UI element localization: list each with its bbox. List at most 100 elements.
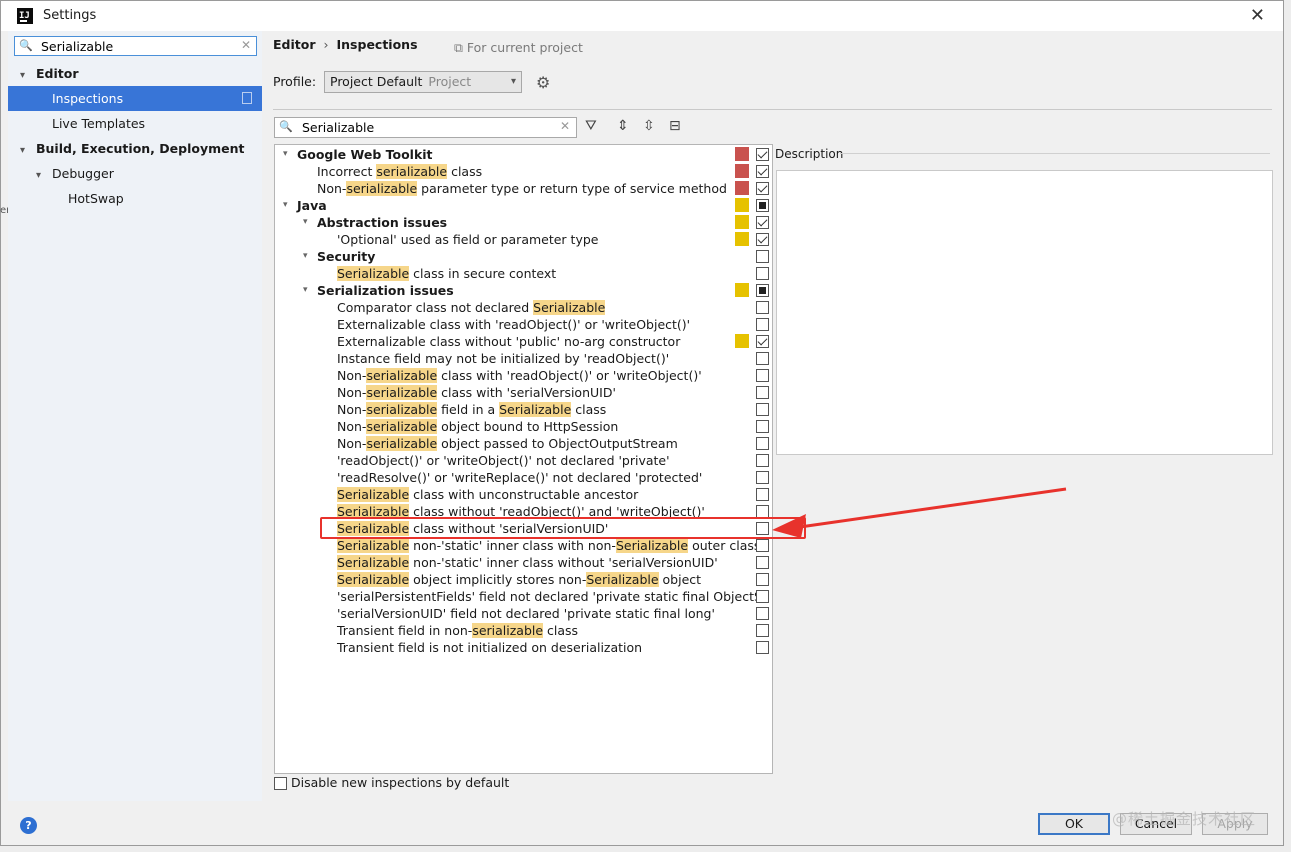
sidebar-item[interactable]: Live Templates	[8, 111, 262, 136]
label-text: class with unconstructable ancestor	[409, 487, 639, 502]
label-text: Non-	[337, 385, 367, 400]
inspection-item[interactable]: Comparator class not declared Serializab…	[275, 299, 772, 316]
inspection-filter-input[interactable]	[302, 120, 542, 135]
inspection-checkbox[interactable]	[756, 216, 769, 229]
chevron-down-icon[interactable]: ▾	[20, 63, 32, 88]
inspection-checkbox[interactable]	[756, 250, 769, 263]
inspection-checkbox[interactable]	[756, 590, 769, 603]
sidebar-item[interactable]: ▾ Debugger	[8, 161, 262, 186]
inspection-checkbox[interactable]	[756, 539, 769, 552]
sidebar-item[interactable]: ▾ Editor	[8, 61, 262, 86]
inspection-checkbox[interactable]	[756, 420, 769, 433]
inspection-group[interactable]: ▾ Serialization issues	[275, 282, 772, 299]
inspection-checkbox[interactable]	[756, 284, 769, 297]
inspection-item[interactable]: 'serialPersistentFields' field not decla…	[275, 588, 772, 605]
inspection-item[interactable]: Serializable class in secure context	[275, 265, 772, 282]
help-icon[interactable]: ?	[20, 817, 37, 834]
inspection-item[interactable]: 'Optional' used as field or parameter ty…	[275, 231, 772, 248]
inspection-checkbox[interactable]	[756, 607, 769, 620]
inspection-checkbox[interactable]	[756, 624, 769, 637]
reset-icon[interactable]: ⊟	[669, 118, 681, 134]
breadcrumb-editor[interactable]: Editor	[273, 37, 316, 52]
inspection-item[interactable]: Serializable object implicitly stores no…	[275, 571, 772, 588]
inspection-checkbox[interactable]	[756, 165, 769, 178]
sidebar-item[interactable]: ▾ Build, Execution, Deployment	[8, 136, 262, 161]
inspection-checkbox[interactable]	[756, 199, 769, 212]
inspection-checkbox[interactable]	[756, 386, 769, 399]
inspection-item[interactable]: 'readObject()' or 'writeObject()' not de…	[275, 452, 772, 469]
inspection-item[interactable]: Non-serializable field in a Serializable…	[275, 401, 772, 418]
disable-new-inspections-checkbox[interactable]	[274, 777, 287, 790]
inspection-checkbox[interactable]	[756, 318, 769, 331]
inspection-checkbox[interactable]	[756, 641, 769, 654]
chevron-down-icon[interactable]: ▾	[36, 163, 48, 188]
sidebar-item[interactable]: Inspections	[8, 86, 262, 111]
inspection-checkbox[interactable]	[756, 369, 769, 382]
inspection-item[interactable]: Externalizable class without 'public' no…	[275, 333, 772, 350]
inspection-item[interactable]: Non-serializable class with 'readObject(…	[275, 367, 772, 384]
settings-search-input[interactable]	[41, 38, 231, 54]
inspection-item[interactable]: Non-serializable object bound to HttpSes…	[275, 418, 772, 435]
search-match: Serializable	[337, 538, 410, 553]
search-match: Serializable	[337, 572, 410, 587]
inspection-item[interactable]: 'serialVersionUID' field not declared 'p…	[275, 605, 772, 622]
inspection-checkbox[interactable]	[756, 454, 769, 467]
inspection-checkbox[interactable]	[756, 182, 769, 195]
inspection-item[interactable]: 'readResolve()' or 'writeReplace()' not …	[275, 469, 772, 486]
inspection-checkbox[interactable]	[756, 352, 769, 365]
gear-icon[interactable]: ⚙	[536, 73, 550, 92]
inspection-checkbox[interactable]	[756, 335, 769, 348]
chevron-down-icon[interactable]: ▾	[303, 248, 308, 265]
expand-all-icon[interactable]: ⇕	[617, 118, 629, 134]
inspection-item[interactable]: Incorrect serializable class	[275, 163, 772, 180]
inspection-checkbox[interactable]	[756, 471, 769, 484]
inspection-item[interactable]: Serializable non-'static' inner class wi…	[275, 554, 772, 571]
inspection-checkbox[interactable]	[756, 148, 769, 161]
chevron-down-icon[interactable]: ▾	[283, 146, 288, 163]
inspection-item[interactable]: Serializable class with unconstructable …	[275, 486, 772, 503]
inspection-checkbox[interactable]	[756, 488, 769, 501]
inspection-item[interactable]: Transient field in non-serializable clas…	[275, 622, 772, 639]
inspection-item[interactable]: Externalizable class with 'readObject()'…	[275, 316, 772, 333]
filter-icon[interactable]: ⛛	[585, 118, 597, 134]
inspection-item[interactable]: Serializable non-'static' inner class wi…	[275, 537, 772, 554]
inspection-checkbox[interactable]	[756, 437, 769, 450]
for-current-project-label: For current project	[466, 40, 583, 55]
inspection-group[interactable]: ▾ Google Web Toolkit	[275, 146, 772, 163]
search-match: Serializable	[337, 266, 410, 281]
profile-dropdown[interactable]: Project Default Project ▾	[324, 71, 522, 93]
label-text: Java	[297, 198, 327, 213]
clear-search-icon[interactable]: ✕	[241, 38, 251, 52]
inspection-checkbox[interactable]	[756, 403, 769, 416]
ok-button[interactable]: OK	[1038, 813, 1110, 835]
inspection-checkbox[interactable]	[756, 573, 769, 586]
label-text: object	[658, 572, 702, 587]
inspection-label: Non-serializable class with 'serialVersi…	[337, 384, 616, 401]
inspection-group[interactable]: ▾ Java	[275, 197, 772, 214]
close-icon[interactable]: ✕	[1250, 5, 1265, 26]
chevron-down-icon[interactable]: ▾	[303, 214, 308, 231]
chevron-down-icon[interactable]: ▾	[283, 197, 288, 214]
inspection-group[interactable]: ▾ Abstraction issues	[275, 214, 772, 231]
inspection-checkbox[interactable]	[756, 233, 769, 246]
inspection-item[interactable]: Non-serializable class with 'serialVersi…	[275, 384, 772, 401]
chevron-down-icon[interactable]: ▾	[303, 282, 308, 299]
label-text: object passed to ObjectOutputStream	[437, 436, 678, 451]
search-icon: 🔍	[279, 120, 293, 133]
inspection-filter[interactable]: 🔍 ✕	[274, 117, 577, 138]
clear-filter-icon[interactable]: ✕	[560, 119, 570, 133]
inspection-item[interactable]: Transient field is not initialized on de…	[275, 639, 772, 656]
search-icon: 🔍	[19, 39, 33, 52]
inspection-checkbox[interactable]	[756, 556, 769, 569]
inspection-item[interactable]: Instance field may not be initialized by…	[275, 350, 772, 367]
inspection-checkbox[interactable]	[756, 301, 769, 314]
inspection-item[interactable]: Non-serializable parameter type or retur…	[275, 180, 772, 197]
inspection-checkbox[interactable]	[756, 267, 769, 280]
sidebar-item[interactable]: HotSwap	[8, 186, 262, 211]
chevron-down-icon[interactable]: ▾	[20, 138, 32, 163]
settings-search[interactable]: 🔍 ✕	[14, 36, 257, 56]
inspection-group[interactable]: ▾ Security	[275, 248, 772, 265]
inspection-item[interactable]: Non-serializable object passed to Object…	[275, 435, 772, 452]
collapse-all-icon[interactable]: ⇳	[643, 118, 655, 134]
inspection-label: Serialization issues	[317, 282, 454, 299]
